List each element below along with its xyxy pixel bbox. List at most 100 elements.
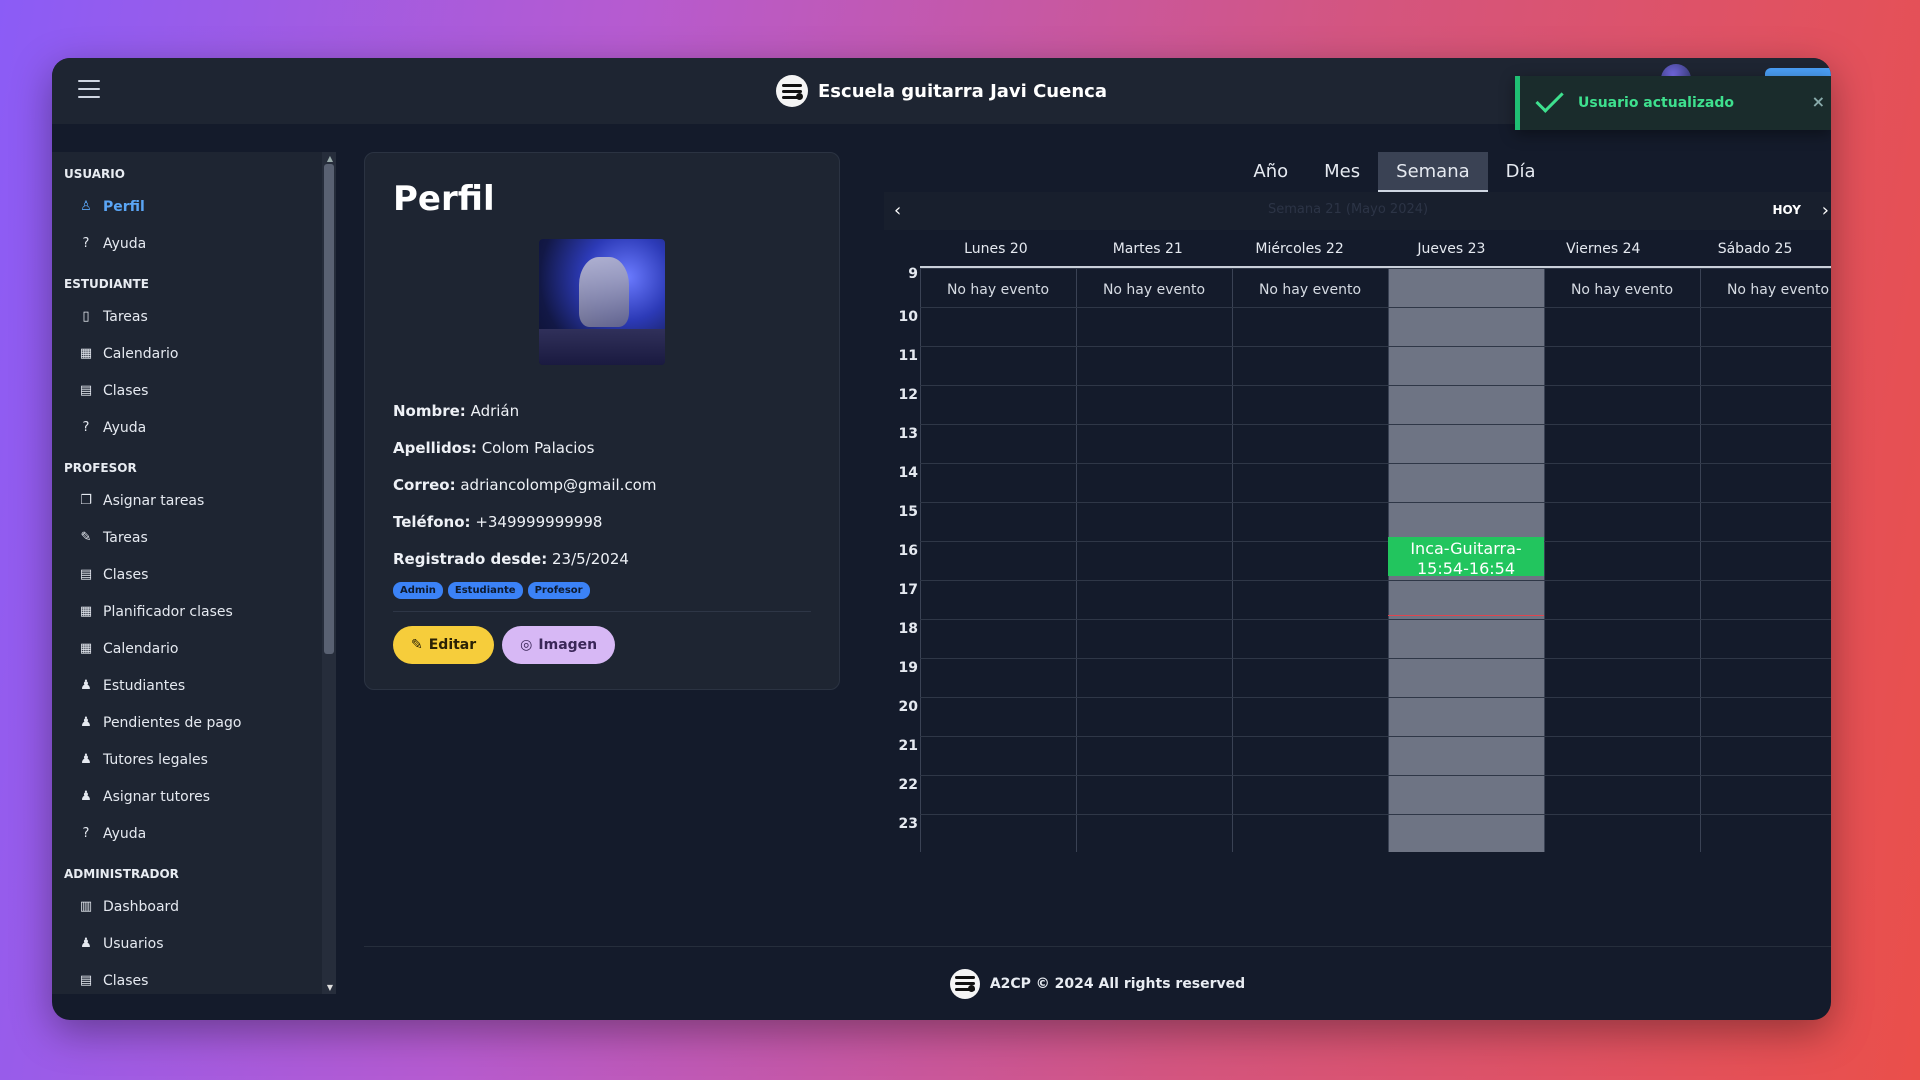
- day-column[interactable]: [1544, 268, 1700, 852]
- hour-label: 17: [898, 582, 918, 598]
- calendar-event[interactable]: Inca-Guitarra-15:54-16:54: [1388, 537, 1544, 578]
- sidebar-section-title: ESTUDIANTE: [64, 277, 149, 291]
- page-title: Perfil: [393, 179, 495, 219]
- today-button[interactable]: HOY: [1772, 203, 1801, 217]
- sidebar-item-calendario[interactable]: ▦ Calendario: [52, 335, 336, 372]
- scrollbar-thumb[interactable]: [324, 164, 334, 654]
- field-value: 23/5/2024: [547, 550, 629, 568]
- hour-label: 14: [898, 465, 918, 481]
- calendar-icon: ▦: [79, 604, 93, 619]
- day-column[interactable]: [920, 268, 1076, 852]
- role-badge: Estudiante: [447, 582, 523, 599]
- sidebar-item-asignar-tutores[interactable]: ♟ Asignar tutores: [52, 778, 336, 815]
- top-bar: Escuela guitarra Javi Cuenca Usuario act…: [52, 58, 1831, 130]
- users-icon: ♟: [80, 678, 92, 693]
- sidebar-item-tutores-legales[interactable]: ♟ Tutores legales: [52, 741, 336, 778]
- tab-week[interactable]: Semana: [1378, 152, 1488, 192]
- sidebar-item-ayuda[interactable]: ? Ayuda: [52, 815, 336, 852]
- footer-text: A2CP © 2024 All rights reserved: [989, 975, 1246, 992]
- sidebar-scrollbar[interactable]: ▲ ▼: [322, 152, 336, 994]
- sidebar-item-label: Ayuda: [103, 235, 147, 252]
- file-edit-icon: ✎: [80, 530, 92, 545]
- sidebar-section-title: USUARIO: [64, 167, 125, 181]
- brand[interactable]: Escuela guitarra Javi Cuenca: [776, 75, 1107, 107]
- hour-gridline: [920, 775, 1831, 776]
- profile-card: Perfil Nombre: Adrián Apellidos: Colom Pa…: [364, 152, 840, 690]
- current-time-indicator: [1388, 615, 1544, 617]
- chevron-right-icon[interactable]: ›: [1822, 200, 1829, 221]
- hour-label: 20: [898, 699, 918, 715]
- sidebar-item-planificador-clases[interactable]: ▦ Planificador clases: [52, 593, 336, 630]
- tab-month[interactable]: Mes: [1306, 152, 1378, 192]
- hour-gridline: [920, 424, 1831, 425]
- field-label: Teléfono:: [393, 513, 471, 531]
- hour-gridline: [920, 346, 1831, 347]
- sidebar-item-usuarios[interactable]: ♟ Usuarios: [52, 925, 336, 962]
- day-column[interactable]: [1076, 268, 1232, 852]
- sidebar-item-pendientes-de-pago[interactable]: ♟ Pendientes de pago: [52, 704, 336, 741]
- sidebar-item-tareas[interactable]: ▯ Tareas: [52, 298, 336, 335]
- hour-label: 18: [898, 621, 918, 637]
- menu-icon[interactable]: [78, 80, 100, 98]
- week-grid: Lunes 20 Martes 21 Miércoles 22 Jueves 23 Vi…: [899, 230, 1831, 852]
- profile-field: Teléfono: +349999999998: [393, 504, 811, 541]
- field-value: Adrián: [465, 402, 520, 420]
- profile-fields: Nombre: Adrián Apellidos: Colom Palacios C…: [393, 393, 811, 578]
- sidebar-item-ayuda[interactable]: ? Ayuda: [52, 225, 336, 262]
- hour-label: 13: [898, 426, 918, 442]
- tab-day[interactable]: Día: [1488, 152, 1554, 192]
- sidebar-item-asignar-tareas[interactable]: ❐ Asignar tareas: [52, 482, 336, 519]
- logo-icon: [776, 75, 809, 107]
- camera-icon: ◎: [520, 637, 533, 653]
- sidebar-item-calendario[interactable]: ▦ Calendario: [52, 630, 336, 667]
- sidebar-item-label: Asignar tareas: [103, 492, 205, 509]
- sidebar-item-tareas[interactable]: ✎ Tareas: [52, 519, 336, 556]
- day-column[interactable]: [1700, 268, 1831, 852]
- field-label: Registrado desde:: [393, 550, 548, 568]
- help-icon: ?: [82, 420, 90, 435]
- profile-field: Nombre: Adrián: [393, 393, 811, 430]
- scroll-up-icon[interactable]: ▲: [327, 154, 333, 163]
- briefcase-icon: ▤: [79, 383, 93, 398]
- sidebar-item-estudiantes[interactable]: ♟ Estudiantes: [52, 667, 336, 704]
- sidebar-item-clases[interactable]: ▤ Clases: [52, 372, 336, 409]
- scroll-down-icon[interactable]: ▼: [327, 983, 333, 992]
- day-column[interactable]: [1232, 268, 1388, 852]
- user-icon: ♙: [80, 199, 92, 214]
- app-title: Escuela guitarra Javi Cuenca: [818, 80, 1107, 102]
- day-header: Sábado 25: [1717, 241, 1793, 257]
- profile-field: Registrado desde: 23/5/2024: [393, 541, 811, 578]
- users-icon: ♟: [80, 752, 92, 767]
- users-icon: ♟: [80, 789, 92, 804]
- hour-label: 23: [898, 816, 918, 832]
- sidebar-item-clases[interactable]: ▤ Clases: [52, 556, 336, 593]
- image-button[interactable]: ◎ Imagen: [502, 626, 616, 664]
- tab-year[interactable]: Año: [1235, 152, 1306, 192]
- toast-message: Usuario actualizado: [1578, 95, 1734, 111]
- sidebar-item-label: Tutores legales: [103, 751, 208, 768]
- no-event-label: No hay evento: [1258, 282, 1362, 298]
- sidebar-nav: USUARIO ♙ Perfil? Ayuda ESTUDIANTE ▯ Tareas ▦ Ca…: [52, 152, 336, 994]
- time-grid: No hay evento No hay evento No hay evento N…: [899, 266, 1831, 852]
- role-badge: Admin: [393, 582, 443, 599]
- chevron-left-icon[interactable]: ‹: [894, 200, 901, 221]
- view-switcher: Año Mes Semana Día: [958, 152, 1831, 192]
- help-icon: ?: [82, 236, 90, 251]
- role-badge: Profesor: [527, 582, 590, 599]
- briefcase-icon: ▤: [79, 567, 93, 582]
- sidebar-section-title: ADMINISTRADOR: [64, 867, 179, 881]
- day-header: Viernes 24: [1566, 241, 1641, 257]
- sidebar-item-label: Clases: [103, 566, 149, 583]
- sidebar-item-ayuda[interactable]: ? Ayuda: [52, 409, 336, 446]
- app-window: Escuela guitarra Javi Cuenca Usuario act…: [52, 58, 1831, 1020]
- edit-button[interactable]: ✎ Editar: [393, 626, 495, 664]
- sidebar-item-perfil[interactable]: ♙ Perfil: [52, 188, 336, 225]
- field-value: +349999999998: [470, 513, 603, 531]
- day-header: Martes 21: [1112, 241, 1183, 257]
- sidebar-item-dashboard[interactable]: ▥ Dashboard: [52, 888, 336, 925]
- close-icon[interactable]: ×: [1812, 92, 1825, 111]
- hour-label: 11: [898, 348, 918, 364]
- briefcase-icon: ▤: [79, 973, 93, 988]
- sidebar-item-clases[interactable]: ▤ Clases: [52, 962, 336, 994]
- image-button-label: Imagen: [538, 637, 598, 653]
